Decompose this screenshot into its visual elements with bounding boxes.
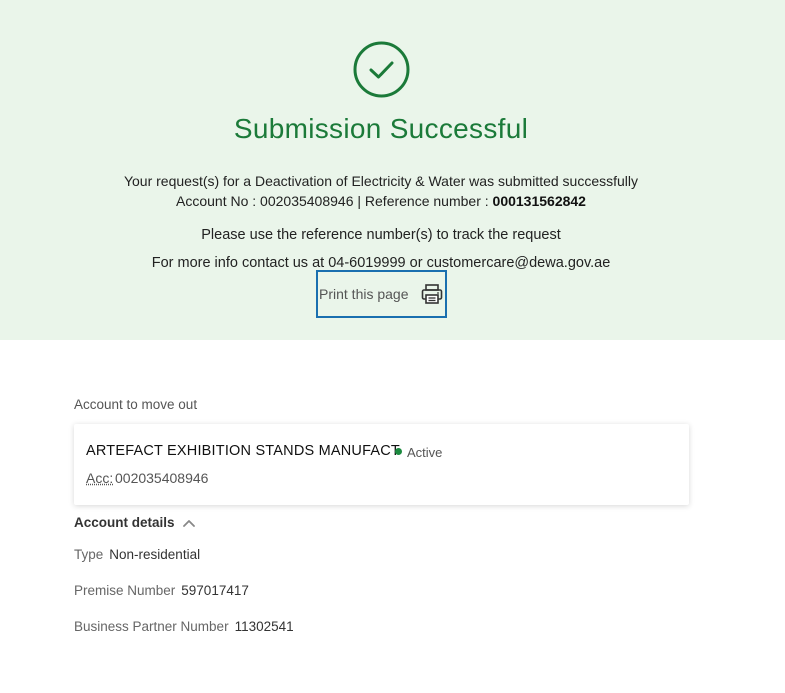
detail-row-business-partner: Business Partner Number 11302541 <box>74 619 294 634</box>
check-circle-icon <box>353 41 410 98</box>
detail-row-premise-number: Premise Number 597017417 <box>74 583 249 598</box>
account-name: ARTEFACT EXHIBITION STANDS MANUFACT <box>86 443 400 459</box>
track-instructions: Please use the reference number(s) to tr… <box>201 227 561 243</box>
detail-value: 11302541 <box>234 619 294 634</box>
account-details-title: Account details <box>74 515 175 530</box>
chevron-up-icon <box>182 519 195 527</box>
status-dot-icon <box>395 448 402 455</box>
account-details-toggle[interactable]: Account details <box>74 515 195 530</box>
reference-number: 000131562842 <box>492 193 586 209</box>
detail-label: Type <box>74 547 104 562</box>
page-title: Submission Successful <box>233 113 529 144</box>
status-badge: Active <box>407 445 443 460</box>
detail-label: Business Partner Number <box>74 619 229 634</box>
detail-value: 597017417 <box>181 583 249 598</box>
account-number-abbr: Acc: <box>86 470 114 486</box>
printer-icon <box>421 284 443 304</box>
account-number: 002035408946 <box>115 470 209 486</box>
detail-row-type: Type Non-residential <box>74 547 200 562</box>
print-page-label: Print this page <box>319 286 409 302</box>
success-banner: Submission Successful Your request(s) fo… <box>0 0 785 340</box>
request-message: Your request(s) for a Deactivation of El… <box>123 173 639 189</box>
account-section-label: Account to move out <box>74 397 198 412</box>
detail-label: Premise Number <box>74 583 176 598</box>
account-card: ARTEFACT EXHIBITION STANDS MANUFACT Acti… <box>74 424 689 505</box>
account-reference-prefix: Account No : 002035408946 | Reference nu… <box>176 193 493 209</box>
contact-info: For more info contact us at 04-6019999 o… <box>151 255 611 271</box>
account-reference-line: Account No : 002035408946 | Reference nu… <box>0 193 762 209</box>
detail-value: Non-residential <box>109 547 201 562</box>
print-page-button[interactable]: Print this page <box>316 270 447 318</box>
